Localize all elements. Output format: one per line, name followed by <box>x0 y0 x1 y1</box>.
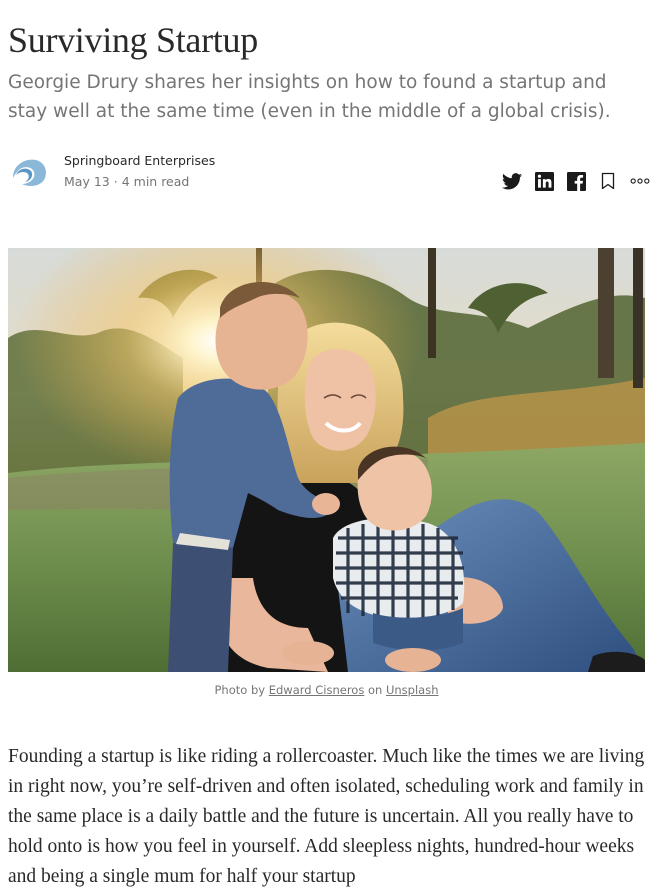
more-icon[interactable] <box>630 171 650 191</box>
article-title: Surviving Startup <box>8 20 258 60</box>
unsplash-link[interactable]: Unsplash <box>386 683 439 697</box>
twitter-icon[interactable] <box>502 171 522 191</box>
share-actions <box>502 170 650 192</box>
photographer-link[interactable]: Edward Cisneros <box>269 683 365 697</box>
body-paragraph: Founding a startup is like riding a roll… <box>8 746 645 887</box>
facebook-icon[interactable] <box>566 171 586 191</box>
author-name[interactable]: Springboard Enterprises <box>64 153 215 168</box>
photo-caption: Photo by Edward Cisneros on Unsplash <box>8 683 645 697</box>
meta-separator: · <box>113 174 118 189</box>
bookmark-icon[interactable] <box>598 171 618 191</box>
caption-prefix: Photo by <box>214 683 269 697</box>
byline: Springboard Enterprises May 13 · 4 min rea… <box>8 148 656 196</box>
linkedin-icon[interactable] <box>534 171 554 191</box>
caption-middle: on <box>364 683 386 697</box>
hero-photo[interactable] <box>8 248 645 672</box>
publish-meta: May 13 · 4 min read <box>64 174 189 189</box>
read-time: 4 min read <box>121 174 190 189</box>
author-avatar[interactable] <box>10 156 48 188</box>
publish-date: May 13 <box>64 174 110 189</box>
article-subtitle: Georgie Drury shares her insights on how… <box>8 72 611 122</box>
